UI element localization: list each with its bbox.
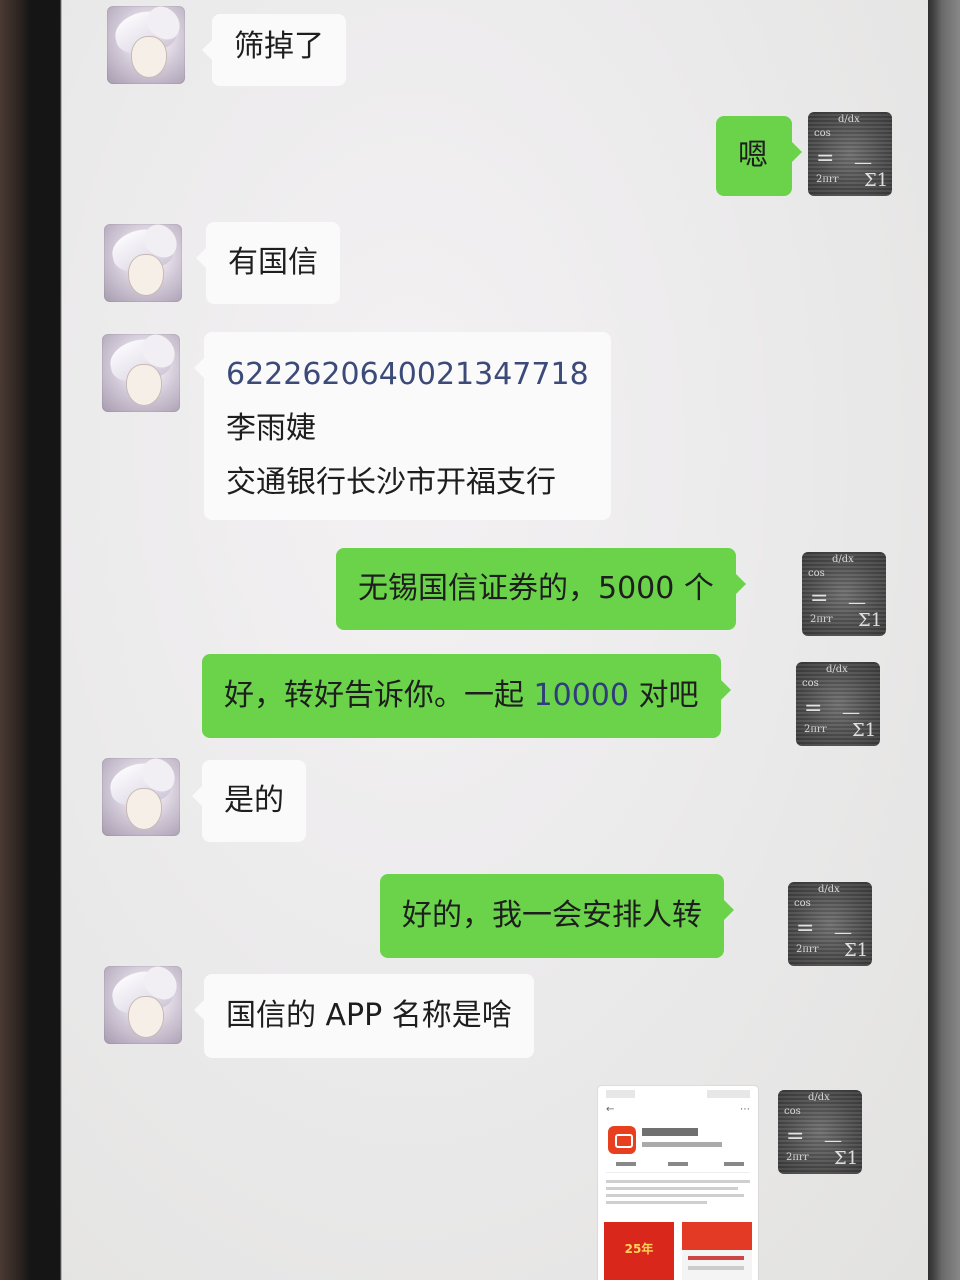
avatar-face	[126, 364, 162, 406]
avatar-glyph: Σ1	[852, 720, 877, 741]
avatar-face	[128, 254, 164, 296]
message-text: 是的	[224, 783, 284, 818]
chat-screen: 筛掉了 嗯 d/dx cos = — 2πrr Σ1 有国信 622262064…	[62, 0, 930, 1280]
avatar-glyph: =	[804, 696, 823, 721]
message-text: 国信的 APP 名称是啥	[226, 998, 512, 1033]
avatar-glyph: Σ1	[864, 170, 889, 191]
self-avatar[interactable]: d/dx cos = — 2πrr Σ1	[808, 112, 892, 196]
contact-avatar[interactable]	[102, 334, 180, 412]
app-icon	[608, 1126, 636, 1154]
message-text: 对吧	[628, 678, 699, 713]
message-text: 无锡国信证券的，5000 个	[358, 571, 714, 606]
app-screenshot-2	[682, 1222, 752, 1280]
bank-account-number[interactable]: 6222620640021347718	[226, 348, 589, 402]
message-text: 好的，我一会安排人转	[402, 898, 702, 933]
outgoing-message-bubble[interactable]: 好的，我一会安排人转	[380, 874, 734, 958]
phone-frame-edge	[928, 0, 960, 1280]
avatar-glyph: =	[816, 146, 835, 171]
avatar-glyph: =	[810, 586, 829, 611]
avatar-glyph: cos	[814, 128, 831, 139]
app-tabs	[606, 1162, 750, 1173]
message-text: 好，转好告诉你。一起	[224, 678, 534, 713]
avatar-glyph: 2πrr	[796, 944, 819, 955]
math-formula-avatar-icon: d/dx	[808, 1092, 830, 1103]
message-text: 嗯	[738, 138, 768, 173]
app-description-lines	[606, 1180, 750, 1208]
incoming-message-bubble[interactable]: 有国信	[196, 222, 340, 304]
avatar-glyph: cos	[808, 568, 825, 579]
avatar-glyph: =	[786, 1124, 805, 1149]
avatar-glyph: 2πrr	[804, 724, 827, 735]
contact-avatar[interactable]	[102, 758, 180, 836]
screenshot-caption: 25年	[624, 1242, 654, 1256]
avatar-glyph: cos	[784, 1106, 801, 1117]
math-formula-avatar-icon: d/dx	[832, 554, 854, 565]
outgoing-message-bubble[interactable]: 无锡国信证券的，5000 个	[336, 548, 746, 630]
app-name-placeholder	[642, 1128, 698, 1136]
screenshot-header	[682, 1222, 752, 1250]
incoming-message-bubble[interactable]: 国信的 APP 名称是啥	[194, 974, 534, 1058]
back-arrow-icon: ←	[606, 1104, 615, 1115]
avatar-glyph: Σ1	[844, 940, 869, 961]
screenshot-line	[688, 1266, 744, 1270]
avatar-glyph: cos	[802, 678, 819, 689]
contact-avatar[interactable]	[104, 224, 182, 302]
message-text: 有国信	[228, 245, 318, 280]
avatar-glyph: cos	[794, 898, 811, 909]
avatar-glyph: Σ1	[858, 610, 883, 631]
incoming-message-bubble[interactable]: 筛掉了	[202, 14, 346, 86]
outgoing-message-bubble[interactable]: 嗯	[716, 116, 802, 196]
avatar-face	[128, 996, 164, 1038]
incoming-message-bubble[interactable]: 6222620640021347718 李雨婕 交通银行长沙市开福支行	[194, 332, 611, 520]
avatar-glyph: 2πrr	[816, 174, 839, 185]
bank-branch-name: 交通银行长沙市开福支行	[226, 465, 556, 500]
avatar-glyph: =	[796, 916, 815, 941]
avatar-glyph: 2πrr	[810, 614, 833, 625]
math-formula-avatar-icon: d/dx	[838, 114, 860, 125]
self-avatar[interactable]: d/dx cos = — 2πrr Σ1	[788, 882, 872, 966]
account-holder-name: 李雨婕	[226, 411, 316, 446]
avatar-face	[131, 36, 167, 78]
math-formula-avatar-icon: d/dx	[818, 884, 840, 895]
app-subtitle-placeholder	[642, 1142, 722, 1147]
app-screenshot-1: 25年	[604, 1222, 674, 1280]
message-text: 筛掉了	[234, 29, 324, 64]
incoming-message-bubble[interactable]: 是的	[192, 760, 306, 842]
image-message[interactable]: ← ⋯ 25年	[598, 1086, 758, 1280]
self-avatar[interactable]: d/dx cos = — 2πrr Σ1	[802, 552, 886, 636]
photo-frame: 筛掉了 嗯 d/dx cos = — 2πrr Σ1 有国信 622262064…	[0, 0, 960, 1280]
self-avatar[interactable]: d/dx cos = — 2πrr Σ1	[796, 662, 880, 746]
self-avatar[interactable]: d/dx cos = — 2πrr Σ1	[778, 1090, 862, 1174]
avatar-face	[126, 788, 162, 830]
avatar-glyph: Σ1	[834, 1148, 859, 1169]
screenshot-line	[688, 1256, 744, 1260]
contact-avatar[interactable]	[107, 6, 185, 84]
contact-avatar[interactable]	[104, 966, 182, 1044]
status-bar	[606, 1090, 750, 1098]
outgoing-message-bubble[interactable]: 好，转好告诉你。一起 10000 对吧	[202, 654, 731, 738]
math-formula-avatar-icon: d/dx	[826, 664, 848, 675]
avatar-glyph: 2πrr	[786, 1152, 809, 1163]
transfer-amount: 10000	[533, 678, 629, 713]
share-icon: ⋯	[740, 1104, 750, 1115]
